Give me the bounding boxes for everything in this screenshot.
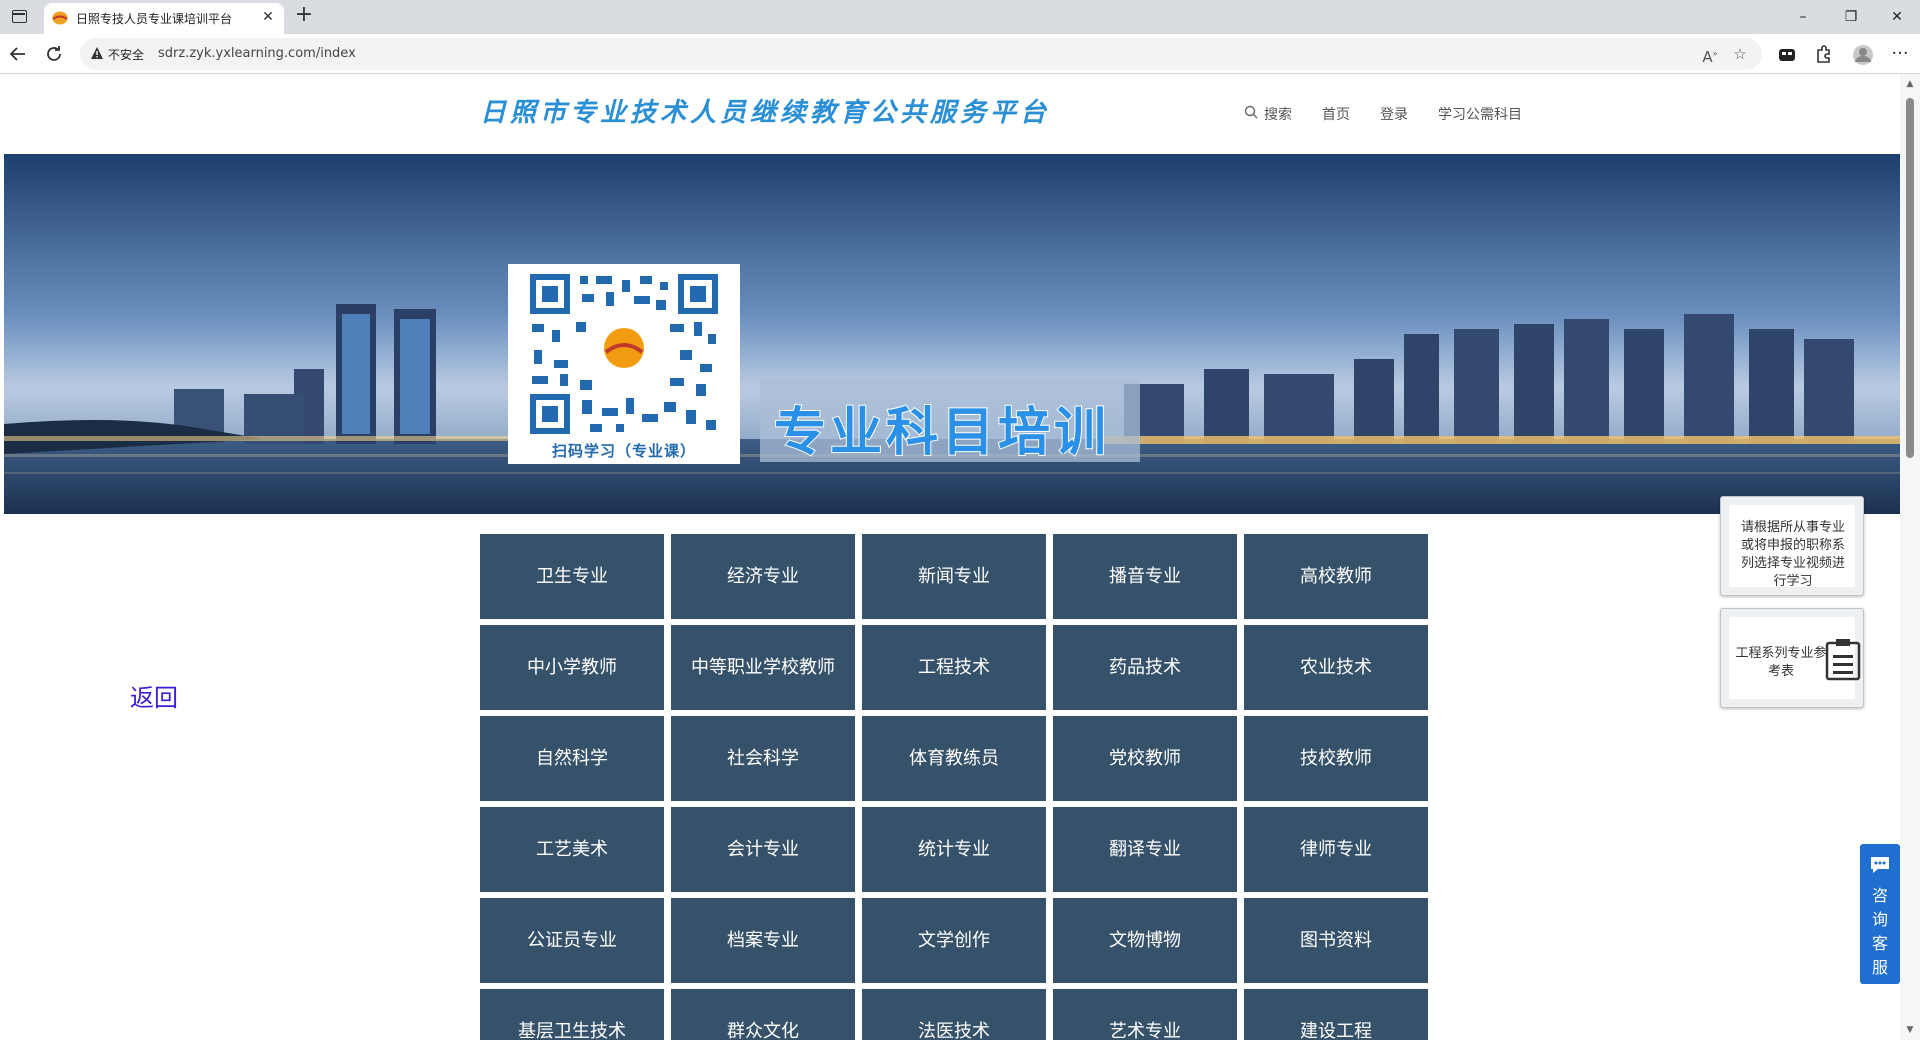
- category-tile[interactable]: 法医技术: [862, 989, 1046, 1040]
- category-tile[interactable]: 公证员专业: [480, 898, 664, 983]
- category-tile[interactable]: 会计专业: [671, 807, 855, 892]
- category-tile[interactable]: 工艺美术: [480, 807, 664, 892]
- category-tile[interactable]: 高校教师: [1244, 534, 1428, 619]
- category-tile[interactable]: 技校教师: [1244, 716, 1428, 801]
- browser-toolbar: 不安全 sdrz.zyk.yxlearning.com/index A» ☆ ·…: [0, 34, 1920, 74]
- site-title[interactable]: 日照市专业技术人员继续教育公共服务平台: [480, 92, 1050, 129]
- category-tile[interactable]: 建设工程: [1244, 989, 1428, 1040]
- category-tile[interactable]: 体育教练员: [862, 716, 1046, 801]
- engineering-reference-text: 工程系列专业参考表: [1735, 646, 1827, 679]
- window-maximize-button[interactable]: ❐: [1828, 0, 1874, 34]
- category-tile[interactable]: 统计专业: [862, 807, 1046, 892]
- study-hint-card[interactable]: 请根据所从事专业或将申报的职称系列选择专业视频进行学习: [1720, 496, 1864, 596]
- banner-label: 专业科目培训: [760, 380, 1140, 464]
- favorite-star-icon[interactable]: ☆: [1730, 44, 1750, 64]
- browser-tab-bar: 日照专技人员专业课培训平台 ✕ + – ❐ ✕: [0, 0, 1920, 34]
- category-tile[interactable]: 群众文化: [671, 989, 855, 1040]
- nav-home-link[interactable]: 首页: [1322, 104, 1350, 124]
- category-tile[interactable]: 经济专业: [671, 534, 855, 619]
- category-tile[interactable]: 文物博物: [1053, 898, 1237, 983]
- nav-login-link[interactable]: 登录: [1380, 104, 1408, 124]
- more-menu-icon[interactable]: ···: [1888, 42, 1912, 66]
- qr-caption: 扫码学习（专业课）: [551, 442, 696, 460]
- customer-service-label: 咨询客服: [1871, 886, 1888, 977]
- window-minimize-button[interactable]: –: [1780, 0, 1826, 34]
- category-tile[interactable]: 翻译专业: [1053, 807, 1237, 892]
- address-bar[interactable]: 不安全 sdrz.zyk.yxlearning.com/index A» ☆: [80, 38, 1762, 70]
- chat-bubble-icon: [1871, 857, 1889, 873]
- category-tile[interactable]: 药品技术: [1053, 625, 1237, 710]
- category-tile[interactable]: 文学创作: [862, 898, 1046, 983]
- category-tile[interactable]: 新闻专业: [862, 534, 1046, 619]
- hero-banner: 扫码学习（专业课） 专业科目培训: [4, 154, 1900, 514]
- nav-required-subjects-link[interactable]: 学习公需科目: [1438, 104, 1522, 124]
- browser-tab[interactable]: 日照专技人员专业课培训平台 ✕: [44, 3, 284, 34]
- collections-icon[interactable]: [1776, 44, 1798, 66]
- banner-label-text: 专业科目培训: [773, 402, 1111, 464]
- customer-service-chat-button[interactable]: 咨询客服: [1860, 844, 1900, 984]
- window-close-button[interactable]: ✕: [1874, 0, 1920, 34]
- scroll-down-icon[interactable]: ▼: [1904, 1024, 1916, 1036]
- study-hint-text: 请根据所从事专业或将申报的职称系列选择专业视频进行学习: [1740, 520, 1845, 589]
- web-page: 日照市专业技术人员继续教育公共服务平台 搜索 首页 登录 学习公需科目 扫码学习…: [4, 74, 1900, 1040]
- back-link[interactable]: 返回: [130, 678, 178, 713]
- scroll-up-icon[interactable]: ▲: [1904, 78, 1916, 90]
- category-tile[interactable]: 党校教师: [1053, 716, 1237, 801]
- extensions-icon[interactable]: [1812, 44, 1834, 66]
- back-arrow-icon[interactable]: [6, 42, 30, 66]
- security-label[interactable]: 不安全: [108, 46, 144, 63]
- category-tile[interactable]: 档案专业: [671, 898, 855, 983]
- category-tile[interactable]: 农业技术: [1244, 625, 1428, 710]
- site-favicon-icon: [52, 11, 68, 25]
- category-tile[interactable]: 图书资料: [1244, 898, 1428, 983]
- search-icon[interactable]: [1244, 105, 1258, 119]
- category-tile[interactable]: 基层卫生技术: [480, 989, 664, 1040]
- url-text[interactable]: sdrz.zyk.yxlearning.com/index: [158, 46, 356, 61]
- engineering-reference-card[interactable]: 工程系列专业参考表: [1720, 608, 1864, 708]
- tab-close-icon[interactable]: ✕: [260, 9, 276, 25]
- category-tile[interactable]: 自然科学: [480, 716, 664, 801]
- warning-icon: [91, 47, 103, 59]
- tab-title: 日照专技人员专业课培训平台: [76, 12, 233, 26]
- qr-code-card[interactable]: 扫码学习（专业课）: [508, 264, 740, 464]
- category-tile[interactable]: 中小学教师: [480, 625, 664, 710]
- category-tile[interactable]: 中等职业学校教师: [671, 625, 855, 710]
- clipboard-icon: [1825, 639, 1861, 681]
- nav-search-link[interactable]: 搜索: [1264, 104, 1292, 124]
- read-aloud-icon[interactable]: A»: [1700, 44, 1720, 66]
- reload-icon[interactable]: [42, 42, 66, 66]
- category-tile[interactable]: 工程技术: [862, 625, 1046, 710]
- category-tile[interactable]: 卫生专业: [480, 534, 664, 619]
- new-tab-button[interactable]: +: [292, 4, 316, 28]
- category-tile[interactable]: 律师专业: [1244, 807, 1428, 892]
- qr-code-image: [530, 274, 718, 434]
- profile-avatar-icon[interactable]: [1852, 44, 1874, 66]
- category-tile[interactable]: 播音专业: [1053, 534, 1237, 619]
- category-tile[interactable]: 艺术专业: [1053, 989, 1237, 1040]
- site-header: 日照市专业技术人员继续教育公共服务平台 搜索 首页 登录 学习公需科目: [4, 74, 1900, 154]
- sidebar-toggle-icon[interactable]: [10, 7, 30, 27]
- page-scrollbar[interactable]: ▲ ▼: [1900, 74, 1920, 1040]
- category-tile[interactable]: 社会科学: [671, 716, 855, 801]
- scrollbar-thumb[interactable]: [1906, 98, 1914, 458]
